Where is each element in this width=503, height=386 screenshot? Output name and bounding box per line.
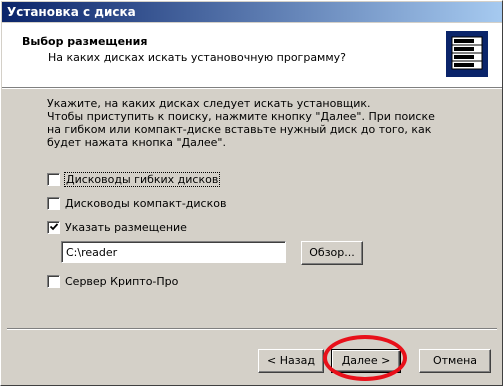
install-disk-icon — [446, 31, 488, 77]
crypto-server-checkbox[interactable] — [47, 274, 60, 288]
instructions-line: Укажите, на каких дисках следует искать … — [47, 97, 371, 110]
cancel-button[interactable]: Отмена — [419, 349, 491, 373]
instructions-text: Укажите, на каких дисках следует искать … — [47, 97, 447, 149]
title-bar[interactable]: Установка с диска — [2, 2, 502, 22]
header-subtitle: На каких дисках искать установочную прог… — [48, 51, 347, 64]
option-floppy[interactable]: Дисководы гибких дисков — [47, 171, 221, 187]
option-crypto-server[interactable]: Сервер Крипто-Про — [47, 273, 178, 289]
location-checkbox[interactable] — [47, 220, 60, 234]
instructions-line: Чтобы приступить к поиску, нажмите кнопк… — [47, 110, 435, 123]
browse-button[interactable]: Обзор... — [301, 241, 363, 265]
cdrom-checkbox[interactable] — [47, 196, 60, 210]
wizard-header: Выбор размещения На каких дисках искать … — [2, 23, 502, 88]
header-title: Выбор размещения — [22, 35, 148, 48]
checkmark-icon — [49, 222, 59, 230]
floppy-label: Дисководы гибких дисков — [63, 171, 221, 187]
floppy-checkbox[interactable] — [47, 172, 60, 186]
window-title: Установка с диска — [7, 5, 136, 19]
location-path-input[interactable] — [61, 241, 286, 263]
option-cdrom[interactable]: Дисководы компакт-дисков — [47, 195, 226, 211]
option-location[interactable]: Указать размещение — [47, 219, 187, 235]
instructions-line: на гибком или компакт-диске вставьте нуж… — [47, 123, 432, 136]
instructions-line: будет нажата кнопка "Далее". — [47, 136, 226, 149]
crypto-server-label: Сервер Крипто-Про — [65, 274, 179, 288]
cdrom-label: Дисководы компакт-дисков — [65, 196, 227, 210]
install-from-disk-dialog: Установка с диска Выбор размещения На ка… — [0, 0, 503, 386]
next-button[interactable]: Далее > — [331, 349, 401, 373]
location-label: Указать размещение — [65, 220, 187, 234]
back-button[interactable]: < Назад — [258, 349, 324, 373]
footer-separator — [7, 328, 497, 330]
